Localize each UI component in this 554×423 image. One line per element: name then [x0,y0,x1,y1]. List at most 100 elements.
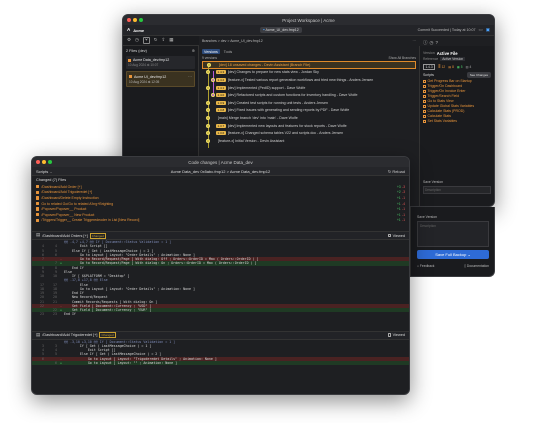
save-full-backup-button[interactable]: Save Full Backup ⌄ [417,250,489,259]
maximize-window-button[interactable] [48,160,52,164]
reference-select[interactable]: Active Version [440,56,466,61]
scope-select[interactable]: Scripts ⌄ [36,169,53,174]
commit-row[interactable]: 1.3.8 [dev] Fixed issues with generating … [202,107,416,115]
panel-toggle-icon[interactable]: ▣ [486,27,490,33]
active-file-tab[interactable]: ▪ Acme_UI_dev.fmp12 [260,26,302,34]
see-changes-button[interactable]: See Changes [466,71,491,78]
commit-row[interactable]: [dev] 18 unsaved changes - Devin Assista… [202,61,416,69]
description-textarea[interactable]: Description [417,221,489,247]
script-name: Trigger/On Dashboard [427,84,463,88]
diff-body: @@ -3,10 +3,10 @@ If [ Document::Status … [32,340,409,366]
version-tag: 1.3.9 [216,100,226,105]
version-inspector: ⓘ ◷ ? Version Active File Reference Acti… [419,40,494,206]
version-tag: 1.4.0 [216,93,226,98]
deletions-count: -1 [402,195,405,200]
changed-badge: Changed [99,332,116,339]
script-icon [423,84,426,88]
commit-row[interactable]: [main] Merge branch 'dev' into 'main' - … [202,114,416,122]
deletions-count: -3 [402,190,405,195]
commit-node-icon [206,70,210,75]
footer-links: ⌂ Feedback ▯ Documentation [417,264,489,268]
deletions-count: -4 [402,201,405,206]
script-name: Calculate Stats [427,114,452,118]
file-icon: ▤ [36,331,41,337]
minimize-window-button[interactable] [133,18,137,22]
changed-file-name: /Triggers/Trigger__ Create Triggeredeode… [41,218,140,223]
diff-line: 6 + Go to Layout [ Layout: "" ; Animation… [32,360,409,366]
info-icon[interactable]: ⓘ [423,40,428,46]
gear-icon[interactable]: ⚙ [127,38,131,43]
branch-icon[interactable]: ⑂ [142,37,150,44]
diff-code: Go to Record/Request/Page [ With dialog:… [64,261,257,266]
refresh-icon[interactable]: ↻ [154,38,158,43]
show-filter[interactable]: Show All Branches [389,56,417,60]
files-header: 2 Files (dev) ⊕ [126,49,195,54]
close-window-button[interactable] [127,18,131,22]
diff-stats: +1 -1 [397,207,405,211]
share-icon[interactable]: ⇪ [161,38,165,43]
help-icon[interactable]: ? [435,40,438,46]
commit-row[interactable]: 1.3.9 [dev] Created test scripts for runn… [202,99,416,107]
sidebar-toggle-icon[interactable]: ▭ [478,27,482,33]
close-window-button[interactable] [36,160,40,164]
commit-row[interactable]: [feature-x] Initial Version - Devin Assi… [202,137,416,145]
diff-header: ▤ /Dashboard/Add Trigoderedet [+] Change… [32,330,409,340]
viewed-checkbox[interactable]: Viewed [387,333,405,338]
add-file-icon[interactable]: ⊕ [192,49,195,53]
commit-row[interactable]: 1.4.3 [dev] Changes to prepare for new st… [202,69,416,77]
grid-icon[interactable]: ▦ [169,38,173,43]
script-item[interactable]: Set Stats Variables [423,119,491,124]
commit-node-icon [206,108,210,113]
version-tag: 1.4.1 [216,85,226,90]
minimize-window-button[interactable] [42,160,46,164]
diff-body: @@ -4,7 +4,7 @@ If [ Document::Status Va… [32,240,409,317]
script-icon [423,89,426,93]
reload-button[interactable]: ↻ Reload [388,169,405,174]
new-line-number: 23 [53,312,57,317]
save-version-label: Save Version [423,180,443,184]
script-icon [36,218,40,223]
old-line-number [32,361,46,365]
more-icon[interactable]: ··· [413,39,417,43]
script-name: Update Global Stats Variables [427,104,475,108]
reload-label: Reload [392,168,405,174]
additions-count: +1 [397,207,401,212]
tab-versions[interactable]: Versions [202,49,220,54]
diff-code: Set Field [ Document::Currency ; "EUR" ] [64,308,152,313]
script-icon [423,109,426,113]
feedback-link[interactable]: ⌂ Feedback [417,264,434,268]
changed-file-name: /Dashboard/Delete Empty Instruction [41,195,99,200]
titlebar: Project Workspace | Acme [123,15,494,25]
commit-node-icon [206,131,210,136]
history-icon[interactable]: ◷ [430,40,434,46]
version-tag: 1.3.8 [216,108,226,113]
changed-file-name: /Popover/Popover__ New Product [41,212,95,217]
script-name: Trigger/On Invoice Enter [427,89,466,93]
clock-icon[interactable]: ◷ [135,38,139,43]
commit-row[interactable]: 1.4.0 [dev] Refactored scripts and custom… [202,91,416,99]
diff-stats: +1 -1 [397,196,405,200]
viewed-label: Viewed [392,333,405,338]
deletions-count: -1 [402,212,405,217]
changed-file-name: /Dashboard/Add Trigoderedet [+] [41,190,93,195]
more-icon[interactable]: ··· [188,74,192,79]
file-date: 10 Aug 2024 at 12:05 [129,80,160,84]
additions-count: +1 [397,195,401,200]
documentation-link[interactable]: ▯ Documentation [464,264,489,268]
version-tag: 1.4.2 [216,77,226,82]
maximize-window-button[interactable] [139,18,143,22]
viewed-checkbox[interactable]: Viewed [387,234,405,238]
commit-node-icon [206,138,210,143]
commit-row[interactable]: 1.4.1 [dev] Implemented (PedID) support -… [202,84,416,92]
count-tables: ▦ 5 [456,64,463,69]
script-name: Set Stats Variables [427,119,458,123]
tab-tools[interactable]: Tools [224,50,232,54]
description-input[interactable]: Description [423,186,491,194]
deletions-count: -1 [402,218,405,223]
commit-row[interactable]: 1.3.6 [feature-x] Changed schema tables V… [202,129,416,137]
file-list-item[interactable]: Acme UI_dev.fmp12 ··· 10 Aug 2024 at 12:0… [126,71,195,87]
commit-row[interactable]: 1.4.2 [feature-x] Tested various report g… [202,76,416,84]
file-list-item[interactable]: Acme Data_dev.fmp12 10 Aug 2024 at 10:07 [126,56,195,69]
branch-lane-feature [213,71,214,95]
commit-row[interactable]: 1.3.7 [dev] Implemented new layouts and f… [202,122,416,130]
